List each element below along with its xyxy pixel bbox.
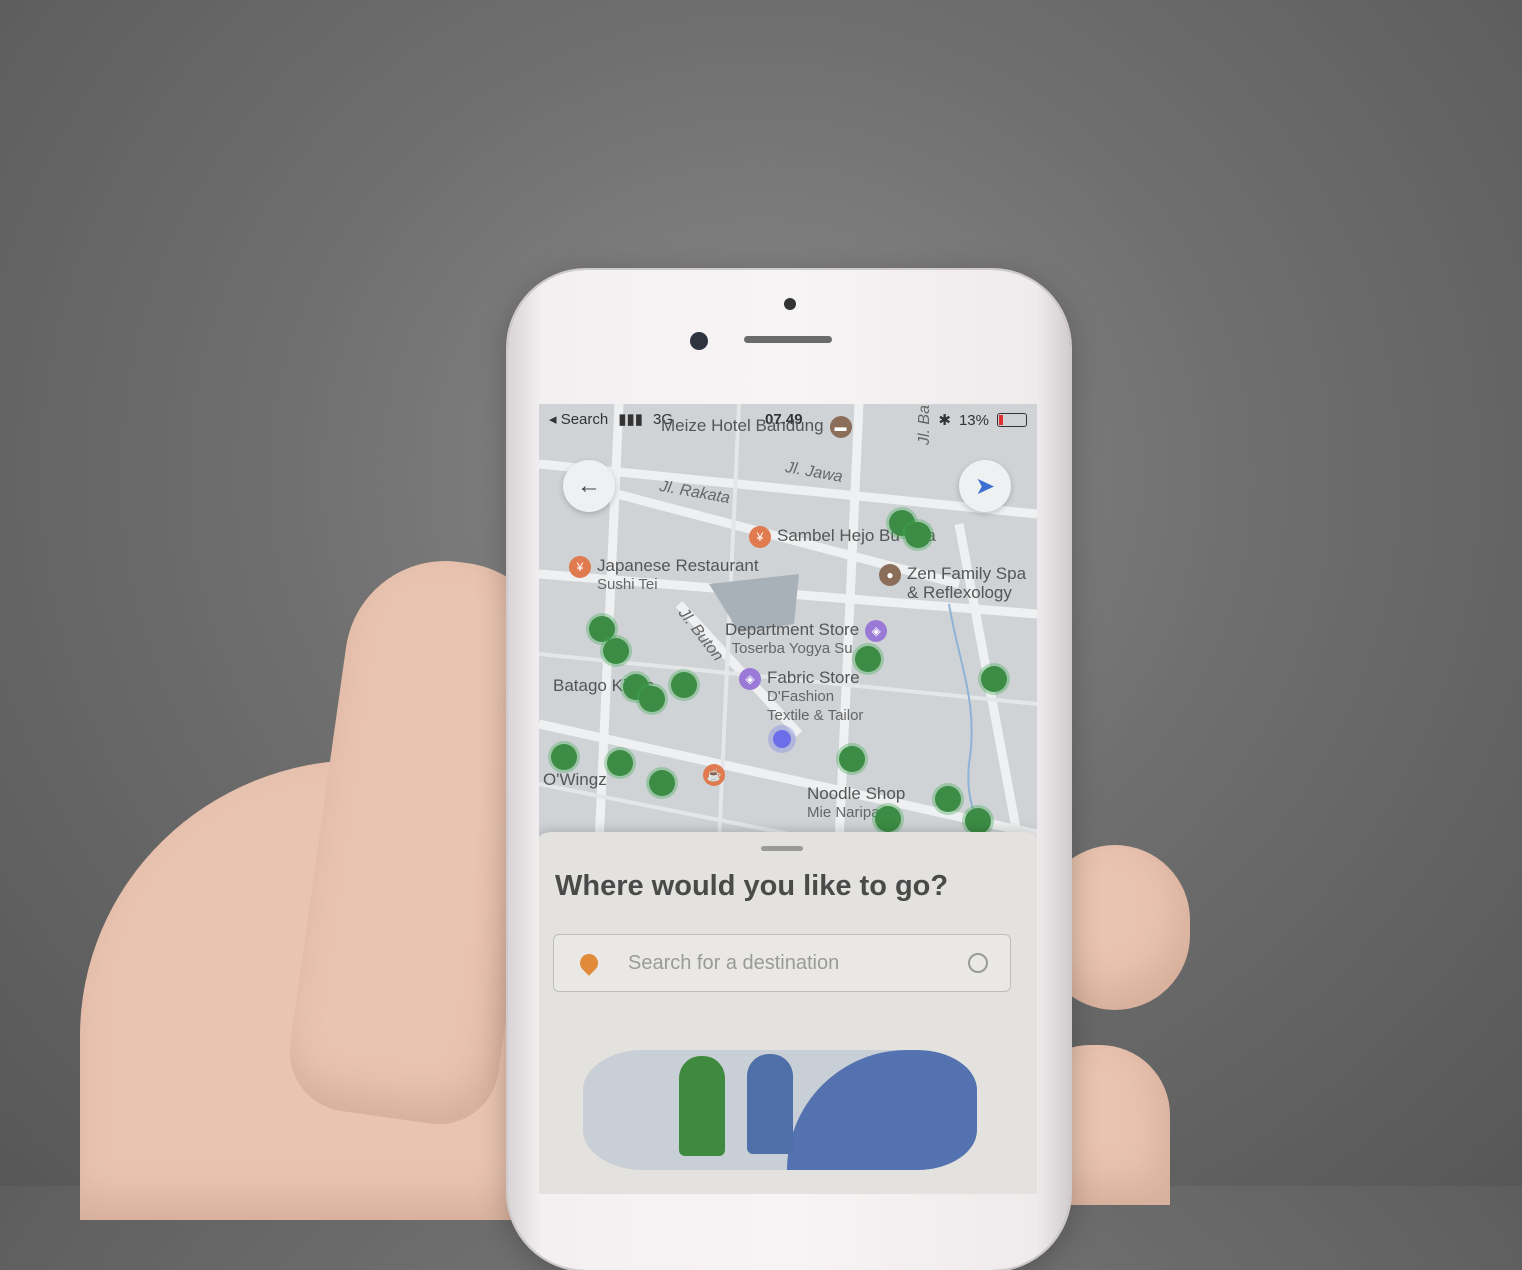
destination-sheet: Where would you like to go? Search for a… [539,832,1037,1194]
poi-spa[interactable]: ● Zen Family Spa & Reflexology [879,564,1026,602]
car-illustration [787,1050,977,1170]
driver-marker-icon [649,770,675,796]
driver-marker-icon [839,746,865,772]
battery-icon [997,413,1027,427]
spa-icon: ● [879,564,901,586]
front-camera-icon [784,298,796,310]
sheet-drag-handle[interactable] [761,846,803,851]
bluetooth-icon: ✱ [938,412,951,429]
shopping-bag-icon: ◈ [739,668,761,690]
back-to-search-link[interactable]: ◂ Search [549,410,608,428]
driver-marker-icon [981,666,1007,692]
poi-cafe[interactable]: ☕ [703,764,725,786]
driver-figure [679,1056,725,1156]
driver-marker-icon [855,646,881,672]
driver-marker-icon [905,522,931,548]
driver-marker-icon [639,686,665,712]
driver-marker-icon [965,808,991,834]
app-screen: ◂ Search ▮▮▮ 3G 07.49 ✱ 13% ← ➤ Jl. Jawa… [539,404,1037,1194]
battery-percent: 13% [958,411,989,429]
signal-icon: ▮▮▮ [618,411,643,428]
driver-marker-icon [875,806,901,832]
current-location-marker [773,730,791,748]
poi-restaurant[interactable]: O'Wingz [543,770,607,789]
street-label: Jl. Ba [916,404,934,446]
coffee-cup-icon: ☕ [703,764,725,786]
shopping-bag-icon: ◈ [865,620,888,642]
poi-fabric-store[interactable]: ◈ Fabric Store D'Fashion Textile & Tailor [739,668,863,725]
hotel-icon: ▬ [829,416,852,438]
earpiece-speaker [744,336,832,343]
back-button[interactable]: ← [563,460,615,512]
fork-knife-icon: ¥ [569,556,591,578]
my-location-button[interactable]: ➤ [959,460,1011,512]
driver-marker-icon [551,744,577,770]
arrow-left-icon: ← [577,472,601,499]
poi-restaurant[interactable]: ¥ Japanese Restaurant Sushi Tei [569,556,759,594]
search-icon [968,953,988,973]
driver-marker-icon [603,638,629,664]
sheet-title: Where would you like to go? [555,870,949,902]
search-placeholder: Search for a destination [628,951,840,974]
map-view[interactable]: ◂ Search ▮▮▮ 3G 07.49 ✱ 13% ← ➤ Jl. Jawa… [539,404,1037,844]
navigation-arrow-icon: ➤ [974,472,996,500]
location-pin-icon [576,950,602,976]
ride-illustration [583,1050,977,1170]
driver-figure [747,1054,793,1154]
driver-marker-icon [671,672,697,698]
poi-hotel[interactable]: Meize Hotel Bandung ▬ [661,416,852,438]
driver-marker-icon [607,750,633,776]
sensor-icon [690,332,708,350]
destination-search-input[interactable]: Search for a destination [553,934,1011,992]
driver-marker-icon [935,786,961,812]
fork-knife-icon: ¥ [749,526,771,548]
